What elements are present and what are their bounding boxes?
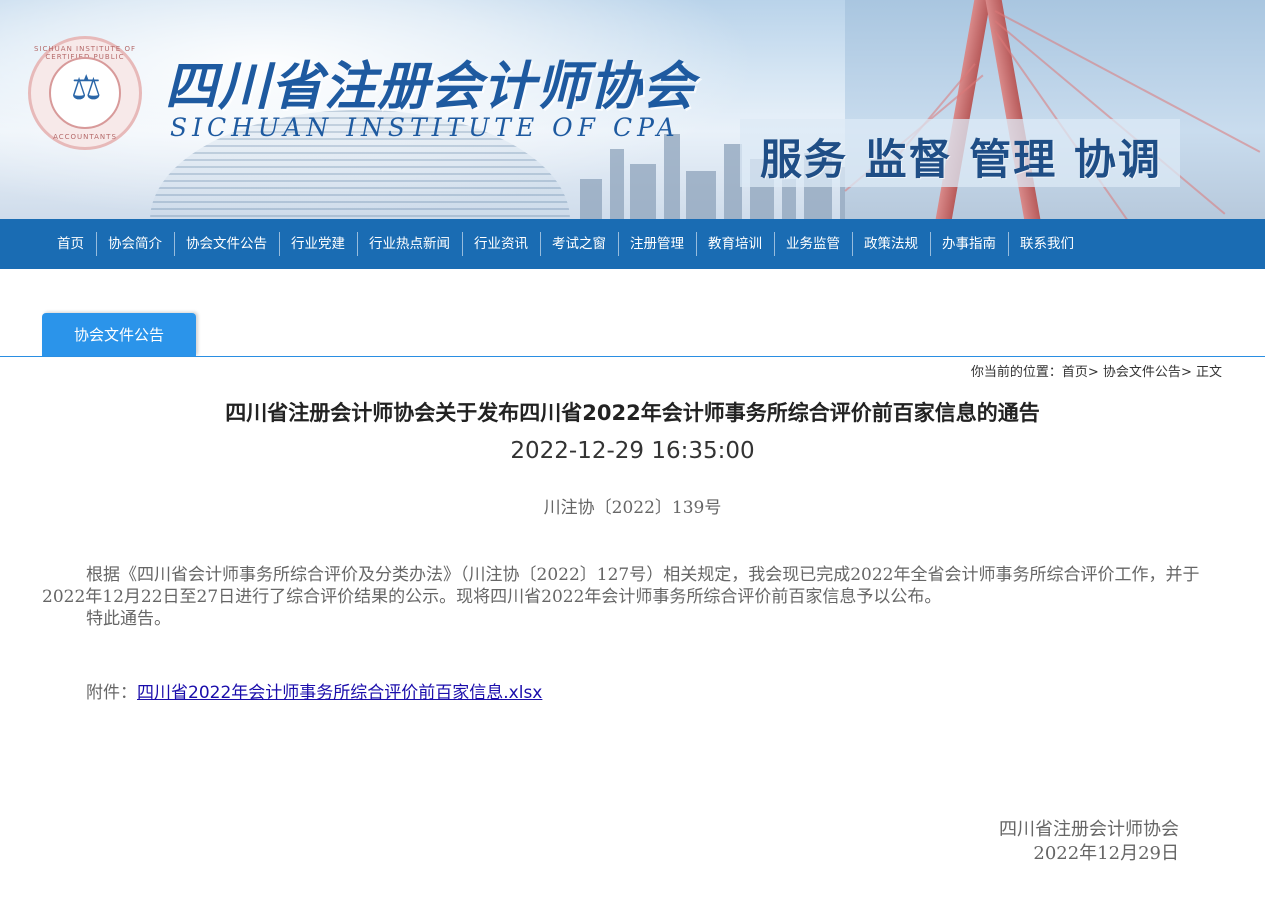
banner-slogan: 服务 监督 管理 协调 [760,135,1162,184]
breadcrumb-separator: > [1087,365,1099,380]
nav-item-announcements[interactable]: 协会文件公告 [174,219,279,269]
breadcrumb-current: 正文 [1195,365,1222,380]
article-body: 根据《四川省会计师事务所综合评价及分类办法》（川注协〔2022〕127号）相关规… [42,564,1224,630]
nav-item-party-building[interactable]: 行业党建 [279,219,357,269]
attachment-link[interactable]: 四川省2022年会计师事务所综合评价前百家信息.xlsx [137,683,542,703]
article-paragraph: 根据《四川省会计师事务所综合评价及分类办法》（川注协〔2022〕127号）相关规… [42,565,1200,607]
article-title: 四川省注册会计师协会关于发布四川省2022年会计师事务所综合评价前百家信息的通告 [225,401,1040,425]
attachment-row: 附件：四川省2022年会计师事务所综合评价前百家信息.xlsx [86,678,542,703]
nav-item-contact[interactable]: 联系我们 [1008,219,1086,269]
nav-item-supervision[interactable]: 业务监管 [774,219,852,269]
main-nav: 首页 协会简介 协会文件公告 行业党建 行业热点新闻 行业资讯 考试之窗 注册管… [0,219,1265,269]
breadcrumb-home[interactable]: 首页 [1062,365,1088,380]
breadcrumb-separator: > [1180,365,1192,380]
nav-item-guide[interactable]: 办事指南 [930,219,1008,269]
article-datetime: 2022-12-29 16:35:00 [510,438,755,464]
breadcrumb: 你当前的位置：首页> 协会文件公告> 正文 [971,361,1222,380]
column-tab-announcements[interactable]: 协会文件公告 [42,313,196,356]
breadcrumb-prefix: 你当前的位置： [970,365,1062,380]
nav-item-registration[interactable]: 注册管理 [618,219,696,269]
document-number: 川注协〔2022〕139号 [543,498,722,518]
nav-item-regulations[interactable]: 政策法规 [852,219,930,269]
header-banner: 服务 监督 管理 协调 SICHUAN INSTITUTE OF CERTIFI… [0,0,1265,219]
nav-item-about[interactable]: 协会简介 [96,219,174,269]
site-title-cn: 四川省注册会计师协会 [165,56,696,117]
scales-icon: ⚖ [71,68,102,108]
institute-logo: SICHUAN INSTITUTE OF CERTIFIED PUBLIC ⚖ … [28,36,142,150]
nav-item-hot-news[interactable]: 行业热点新闻 [357,219,462,269]
nav-item-training[interactable]: 教育培训 [696,219,774,269]
attachment-label: 附件： [86,683,137,703]
column-divider [0,356,1265,357]
breadcrumb-section[interactable]: 协会文件公告 [1103,365,1181,380]
nav-item-home[interactable]: 首页 [45,219,96,269]
article-paragraph: 特此通告。 [86,609,171,629]
signature-organization: 四川省注册会计师协会 [999,819,1179,840]
signature-date: 2022年12月29日 [1033,843,1179,864]
site-title-en: SICHUAN INSTITUTE OF CPA [170,113,680,142]
main-nav-list: 首页 协会简介 协会文件公告 行业党建 行业热点新闻 行业资讯 考试之窗 注册管… [0,219,1265,269]
nav-item-industry-info[interactable]: 行业资讯 [462,219,540,269]
logo-ring-bottom-text: ACCOUNTANTS [53,133,117,141]
nav-item-exams[interactable]: 考试之窗 [540,219,618,269]
